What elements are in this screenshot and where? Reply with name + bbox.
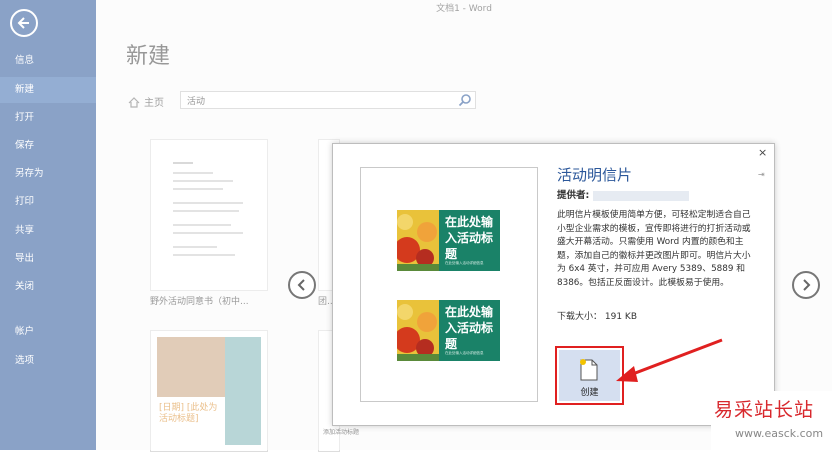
flower-photo: [397, 210, 439, 271]
watermark-url: www.easck.com: [735, 427, 824, 440]
chevron-right-icon: [803, 279, 811, 291]
watermark-title: 易采站长站: [714, 399, 815, 421]
provider-label: 提供者:: [557, 190, 590, 201]
create-button-highlight[interactable]: 创建: [555, 346, 624, 405]
card-text-panel: 在此处输入活动标题 在此处输入活动详细信息: [439, 210, 500, 271]
card-title: 在此处输入活动标题: [445, 305, 494, 351]
download-size-value: 191 KB: [604, 312, 638, 322]
flower-photo: [397, 300, 439, 361]
template-title: 活动明信片: [557, 166, 633, 184]
previous-template-button[interactable]: [288, 271, 316, 299]
site-watermark: 易采站长站 www.easck.com: [711, 391, 832, 450]
template-preview-image: 在此处输入活动标题 在此处输入活动详细信息 在此处输入活动标题 在此处输入活动详…: [360, 167, 538, 402]
next-template-button[interactable]: [792, 271, 820, 299]
template-preview-dialog: 在此处输入活动标题 在此处输入活动详细信息 在此处输入活动标题 在此处输入活动详…: [332, 143, 775, 426]
card-detail-text: 在此处输入活动详细信息: [445, 261, 484, 265]
provider-row: 提供者:: [557, 187, 690, 201]
card-text-panel: 在此处输入活动标题 在此处输入活动详细信息: [439, 300, 500, 361]
postcard-back: 在此处输入活动标题 在此处输入活动详细信息: [397, 300, 500, 361]
create-button[interactable]: 创建: [559, 350, 620, 401]
close-icon[interactable]: ×: [758, 147, 768, 158]
new-document-icon: [580, 359, 598, 381]
postcard-front: 在此处输入活动标题 在此处输入活动详细信息: [397, 210, 500, 271]
download-size-label: 下载大小：: [557, 312, 603, 322]
chevron-left-icon: [297, 279, 305, 291]
template-description: 此明信片模板使用简单方便，可轻松定制适合自己小型企业需求的模板，宣传即将进行的打…: [557, 210, 751, 288]
pin-icon[interactable]: ⇥: [758, 170, 765, 179]
create-label: 创建: [580, 388, 599, 398]
provider-value-redacted: [593, 190, 690, 201]
card-detail-text: 在此处输入活动详细信息: [445, 351, 484, 355]
card-title: 在此处输入活动标题: [445, 215, 494, 261]
download-size-row: 下载大小： 191 KB: [557, 309, 637, 322]
